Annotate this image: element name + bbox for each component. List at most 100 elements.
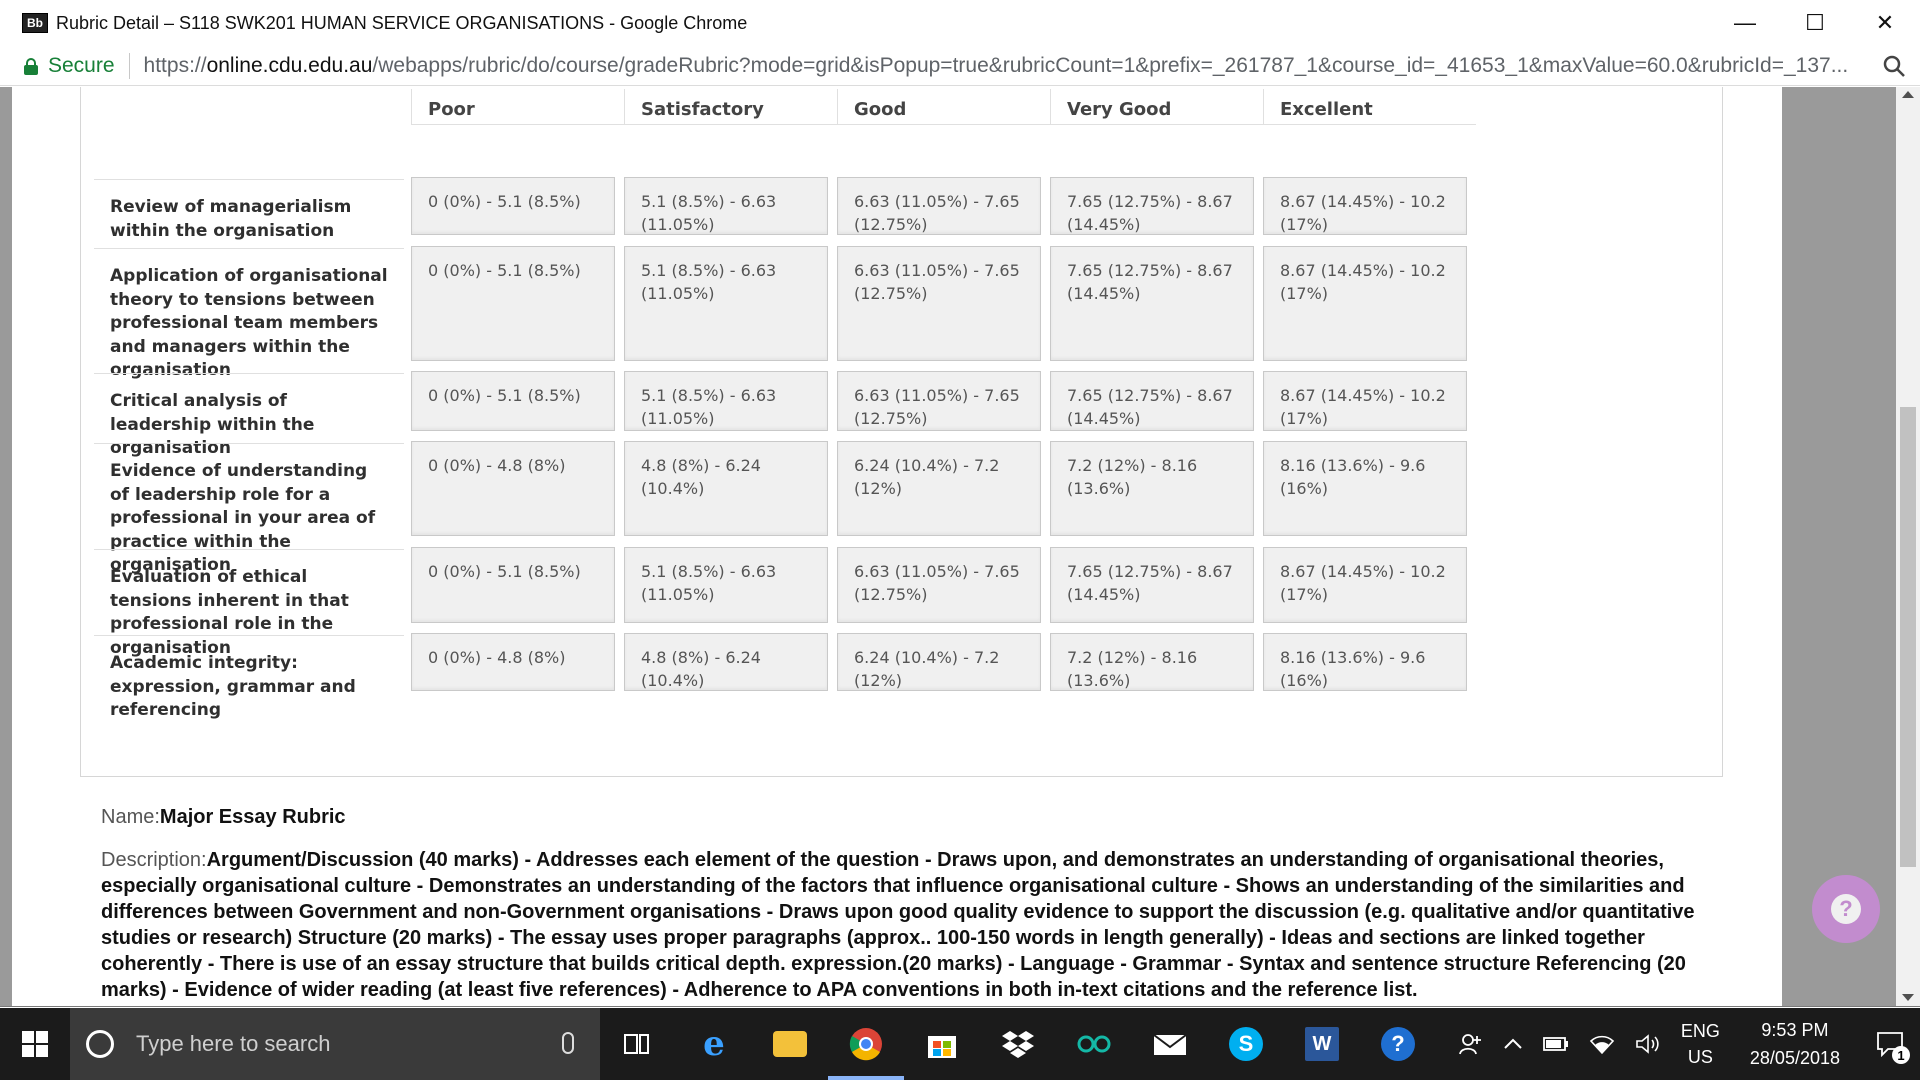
close-button[interactable]: ✕	[1850, 0, 1920, 46]
rubric-cell-excellent[interactable]: 8.67 (14.45%) - 10.2 (17%)	[1263, 246, 1467, 361]
rubric-cell-good[interactable]: 6.63 (11.05%) - 7.65 (12.75%)	[837, 177, 1041, 235]
skype-icon[interactable]: S	[1208, 1008, 1284, 1080]
keyboard-region: US	[1687, 1047, 1713, 1067]
cortana-icon	[86, 1030, 114, 1058]
window-title: Rubric Detail – S118 SWK201 HUMAN SERVIC…	[56, 12, 748, 33]
address-bar: Secure https://online.cdu.edu.au/webapps…	[0, 46, 1920, 86]
scroll-thumb[interactable]	[1900, 407, 1916, 867]
rubric-cell-very-good[interactable]: 7.65 (12.75%) - 8.67 (14.45%)	[1050, 547, 1254, 623]
rubric-cell-satisfactory[interactable]: 5.1 (8.5%) - 6.63 (11.05%)	[624, 371, 828, 431]
column-header-good: Good	[837, 89, 1050, 125]
edge-icon[interactable]: e	[676, 1008, 752, 1080]
rubric-cell-good[interactable]: 6.63 (11.05%) - 7.65 (12.75%)	[837, 547, 1041, 623]
window-titlebar: Bb Rubric Detail – S118 SWK201 HUMAN SER…	[0, 0, 1920, 46]
microphone-icon[interactable]	[562, 1032, 574, 1054]
task-view-icon[interactable]	[600, 1008, 676, 1080]
lock-icon[interactable]	[24, 57, 38, 75]
popup-backdrop	[1782, 87, 1896, 1007]
criterion-label: Academic integrity: expression, grammar …	[94, 635, 404, 720]
scroll-up-arrow-icon[interactable]	[1902, 91, 1914, 98]
rubric-cell-very-good[interactable]: 7.2 (12%) - 8.16 (13.6%)	[1050, 633, 1254, 691]
url-field[interactable]: https://online.cdu.edu.au/webapps/rubric…	[144, 54, 1864, 78]
rubric-name: Name:Major Essay Rubric	[101, 806, 346, 829]
action-center-icon[interactable]: 1	[1860, 1008, 1920, 1080]
system-clock[interactable]: 9:53 PM 28/05/2018	[1730, 1008, 1860, 1080]
get-help-icon[interactable]: ?	[1360, 1008, 1436, 1080]
rubric-cell-poor[interactable]: 0 (0%) - 5.1 (8.5%)	[411, 547, 615, 623]
description-label: Description:	[101, 849, 207, 871]
url-path: /webapps/rubric/do/course/gradeRubric?mo…	[372, 53, 1849, 77]
wifi-icon[interactable]	[1579, 1008, 1625, 1080]
battery-icon[interactable]	[1533, 1008, 1579, 1080]
word-icon[interactable]: W	[1284, 1008, 1360, 1080]
chevron-up-icon[interactable]	[1493, 1008, 1533, 1080]
vertical-scrollbar[interactable]	[1896, 87, 1920, 1007]
taskbar-search[interactable]: Type here to search	[70, 1008, 600, 1080]
criterion-label: Evidence of understanding of leadership …	[94, 443, 404, 575]
blackboard-favicon-icon: Bb	[22, 13, 48, 33]
arduino-icon[interactable]	[1056, 1008, 1132, 1080]
criterion-label: Review of managerialism within the organ…	[94, 179, 404, 247]
rubric-cell-excellent[interactable]: 8.16 (13.6%) - 9.6 (16%)	[1263, 633, 1467, 691]
column-header-satisfactory: Satisfactory	[624, 89, 837, 125]
rubric-cell-very-good[interactable]: 7.65 (12.75%) - 8.67 (14.45%)	[1050, 371, 1254, 431]
rubric-cell-very-good[interactable]: 7.65 (12.75%) - 8.67 (14.45%)	[1050, 246, 1254, 361]
people-icon[interactable]	[1449, 1008, 1493, 1080]
column-header-poor: Poor	[411, 89, 624, 125]
system-tray: ENG US 9:53 PM 28/05/2018 1	[1449, 1008, 1920, 1080]
maximize-button[interactable]: ☐	[1780, 0, 1850, 46]
rubric-cell-satisfactory[interactable]: 4.8 (8%) - 6.24 (10.4%)	[624, 633, 828, 691]
url-scheme: https://	[143, 53, 207, 77]
rubric-cell-poor[interactable]: 0 (0%) - 5.1 (8.5%)	[411, 371, 615, 431]
start-button[interactable]	[0, 1008, 70, 1080]
store-icon[interactable]	[904, 1008, 980, 1080]
criterion-label: Critical analysis of leadership within t…	[94, 373, 404, 458]
volume-icon[interactable]	[1625, 1008, 1671, 1080]
criterion-label: Application of organisational theory to …	[94, 248, 404, 380]
minimize-button[interactable]: —	[1710, 0, 1780, 46]
rubric-cell-good[interactable]: 6.24 (10.4%) - 7.2 (12%)	[837, 633, 1041, 691]
input-language[interactable]: ENG US	[1671, 1008, 1730, 1080]
zoom-icon[interactable]	[1882, 54, 1906, 78]
rubric-cell-poor[interactable]: 0 (0%) - 5.1 (8.5%)	[411, 246, 615, 361]
rubric-cell-very-good[interactable]: 7.65 (12.75%) - 8.67 (14.45%)	[1050, 177, 1254, 235]
scroll-down-arrow-icon[interactable]	[1902, 994, 1914, 1001]
windows-logo-icon	[22, 1031, 48, 1057]
secure-label[interactable]: Secure	[48, 54, 115, 78]
window-bottom-border	[0, 1006, 1920, 1007]
description-value: Argument/Discussion (40 marks) - Address…	[101, 849, 1695, 1001]
chrome-icon[interactable]	[828, 1008, 904, 1080]
notification-badge: 1	[1892, 1046, 1910, 1064]
clock-date: 28/05/2018	[1749, 1048, 1840, 1068]
file-explorer-icon[interactable]	[752, 1008, 828, 1080]
language-code: ENG	[1680, 1021, 1720, 1041]
dropbox-icon[interactable]	[980, 1008, 1056, 1080]
column-header-very-good: Very Good	[1050, 89, 1263, 125]
rubric-cell-good[interactable]: 6.24 (10.4%) - 7.2 (12%)	[837, 441, 1041, 536]
column-header-excellent: Excellent	[1263, 89, 1476, 125]
rubric-cell-satisfactory[interactable]: 5.1 (8.5%) - 6.63 (11.05%)	[624, 547, 828, 623]
rubric-cell-good[interactable]: 6.63 (11.05%) - 7.65 (12.75%)	[837, 246, 1041, 361]
rubric-cell-excellent[interactable]: 8.67 (14.45%) - 10.2 (17%)	[1263, 177, 1467, 235]
clock-time: 9:53 PM	[1761, 1020, 1829, 1040]
rubric-cell-good[interactable]: 6.63 (11.05%) - 7.65 (12.75%)	[837, 371, 1041, 431]
rubric-cell-very-good[interactable]: 7.2 (12%) - 8.16 (13.6%)	[1050, 441, 1254, 536]
window-controls: — ☐ ✕	[1710, 0, 1920, 46]
rubric-cell-poor[interactable]: 0 (0%) - 4.8 (8%)	[411, 633, 615, 691]
rubric-cell-satisfactory[interactable]: 5.1 (8.5%) - 6.63 (11.05%)	[624, 246, 828, 361]
search-placeholder: Type here to search	[136, 1031, 331, 1056]
rubric-cell-satisfactory[interactable]: 5.1 (8.5%) - 6.63 (11.05%)	[624, 177, 828, 235]
rubric-cell-excellent[interactable]: 8.16 (13.6%) - 9.6 (16%)	[1263, 441, 1467, 536]
rubric-description: Description:Argument/Discussion (40 mark…	[101, 847, 1741, 1003]
help-button[interactable]: ?	[1812, 875, 1880, 943]
rubric-cell-excellent[interactable]: 8.67 (14.45%) - 10.2 (17%)	[1263, 547, 1467, 623]
page-viewport: Poor Satisfactory Good Very Good Excellent Re…	[0, 87, 1920, 1007]
rubric-cell-poor[interactable]: 0 (0%) - 4.8 (8%)	[411, 441, 615, 536]
rubric-cell-excellent[interactable]: 8.67 (14.45%) - 10.2 (17%)	[1263, 371, 1467, 431]
rubric-cell-satisfactory[interactable]: 4.8 (8%) - 6.24 (10.4%)	[624, 441, 828, 536]
mail-icon[interactable]	[1132, 1008, 1208, 1080]
rubric-cell-poor[interactable]: 0 (0%) - 5.1 (8.5%)	[411, 177, 615, 235]
address-separator	[128, 52, 130, 79]
criterion-label: Evaluation of ethical tensions inherent …	[94, 549, 404, 658]
question-icon: ?	[1831, 894, 1861, 924]
